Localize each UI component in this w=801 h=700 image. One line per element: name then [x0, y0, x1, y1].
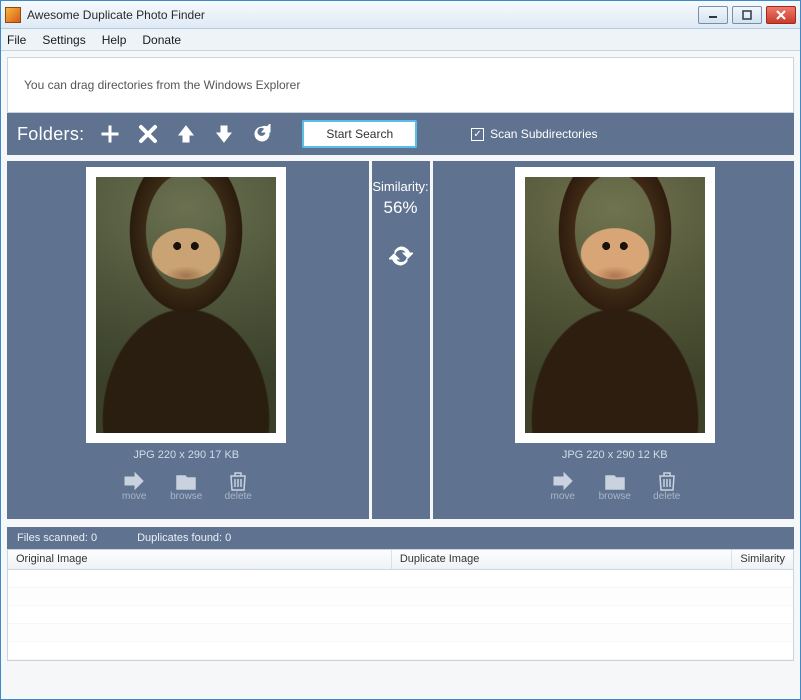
- left-delete-label: delete: [225, 491, 252, 502]
- right-browse-label: browse: [599, 491, 631, 502]
- swap-button[interactable]: [387, 242, 415, 270]
- left-move-label: move: [122, 491, 146, 502]
- left-thumbnail[interactable]: [86, 167, 286, 443]
- refresh-button[interactable]: [250, 122, 274, 146]
- right-browse-button[interactable]: browse: [598, 471, 632, 502]
- column-original[interactable]: Original Image: [8, 550, 392, 569]
- left-move-button[interactable]: move: [117, 471, 151, 502]
- menu-bar: File Settings Help Donate: [1, 29, 800, 51]
- right-image: [525, 177, 705, 433]
- add-folder-button[interactable]: [98, 122, 122, 146]
- arrow-down-icon: [214, 124, 234, 144]
- status-bar: Files scanned: 0 Duplicates found: 0: [7, 527, 794, 549]
- right-image-meta: JPG 220 x 290 12 KB: [562, 449, 668, 461]
- right-image-panel: JPG 220 x 290 12 KB move browse delete: [436, 161, 795, 519]
- move-down-button[interactable]: [212, 122, 236, 146]
- left-image-meta: JPG 220 x 290 17 KB: [133, 449, 239, 461]
- folder-drop-zone[interactable]: You can drag directories from the Window…: [7, 57, 794, 113]
- similarity-panel: Similarity: 56%: [369, 161, 433, 519]
- trash-icon: [228, 471, 248, 491]
- close-button[interactable]: [766, 6, 796, 24]
- folders-toolbar: Folders: Start Search ✓ Scan Subdirector…: [7, 113, 794, 155]
- right-delete-label: delete: [653, 491, 680, 502]
- remove-folder-button[interactable]: [136, 122, 160, 146]
- x-icon: [138, 124, 158, 144]
- maximize-icon: [742, 10, 752, 20]
- results-header: Original Image Duplicate Image Similarit…: [8, 550, 793, 570]
- swap-icon: [389, 244, 413, 268]
- results-table: Original Image Duplicate Image Similarit…: [7, 549, 794, 661]
- table-row[interactable]: [8, 624, 793, 642]
- move-up-button[interactable]: [174, 122, 198, 146]
- column-duplicate[interactable]: Duplicate Image: [392, 550, 733, 569]
- similarity-value: 56%: [383, 198, 417, 218]
- start-search-button[interactable]: Start Search: [302, 120, 417, 148]
- left-image: [96, 177, 276, 433]
- menu-settings[interactable]: Settings: [42, 33, 85, 47]
- window-title: Awesome Duplicate Photo Finder: [27, 8, 698, 22]
- left-delete-button[interactable]: delete: [221, 471, 255, 502]
- table-row[interactable]: [8, 606, 793, 624]
- right-delete-button[interactable]: delete: [650, 471, 684, 502]
- scan-subdirectories-label: Scan Subdirectories: [490, 127, 597, 141]
- menu-help[interactable]: Help: [102, 33, 127, 47]
- scan-subdirectories-checkbox[interactable]: ✓ Scan Subdirectories: [471, 127, 597, 141]
- move-icon: [123, 471, 145, 491]
- folders-label: Folders:: [17, 124, 84, 145]
- move-icon: [552, 471, 574, 491]
- title-bar: Awesome Duplicate Photo Finder: [1, 1, 800, 29]
- table-row[interactable]: [8, 570, 793, 588]
- arrow-up-icon: [176, 124, 196, 144]
- checkbox-icon: ✓: [471, 128, 484, 141]
- trash-icon: [657, 471, 677, 491]
- column-similarity[interactable]: Similarity: [732, 550, 793, 569]
- minimize-icon: [708, 10, 718, 20]
- browse-icon: [604, 471, 626, 491]
- app-icon: [5, 7, 21, 23]
- left-image-panel: JPG 220 x 290 17 KB move browse delete: [7, 161, 366, 519]
- table-row[interactable]: [8, 588, 793, 606]
- menu-file[interactable]: File: [7, 33, 26, 47]
- duplicates-found: Duplicates found: 0: [137, 532, 231, 544]
- minimize-button[interactable]: [698, 6, 728, 24]
- drop-hint: You can drag directories from the Window…: [24, 78, 300, 92]
- right-move-button[interactable]: move: [546, 471, 580, 502]
- similarity-label: Similarity:: [372, 179, 428, 194]
- left-browse-button[interactable]: browse: [169, 471, 203, 502]
- table-row[interactable]: [8, 642, 793, 660]
- files-scanned: Files scanned: 0: [17, 532, 97, 544]
- right-thumbnail[interactable]: [515, 167, 715, 443]
- left-browse-label: browse: [170, 491, 202, 502]
- refresh-icon: [252, 124, 272, 144]
- browse-icon: [175, 471, 197, 491]
- plus-icon: [100, 124, 120, 144]
- close-icon: [776, 10, 786, 20]
- menu-donate[interactable]: Donate: [142, 33, 181, 47]
- maximize-button[interactable]: [732, 6, 762, 24]
- right-move-label: move: [551, 491, 575, 502]
- comparison-area: JPG 220 x 290 17 KB move browse delete S…: [7, 161, 794, 519]
